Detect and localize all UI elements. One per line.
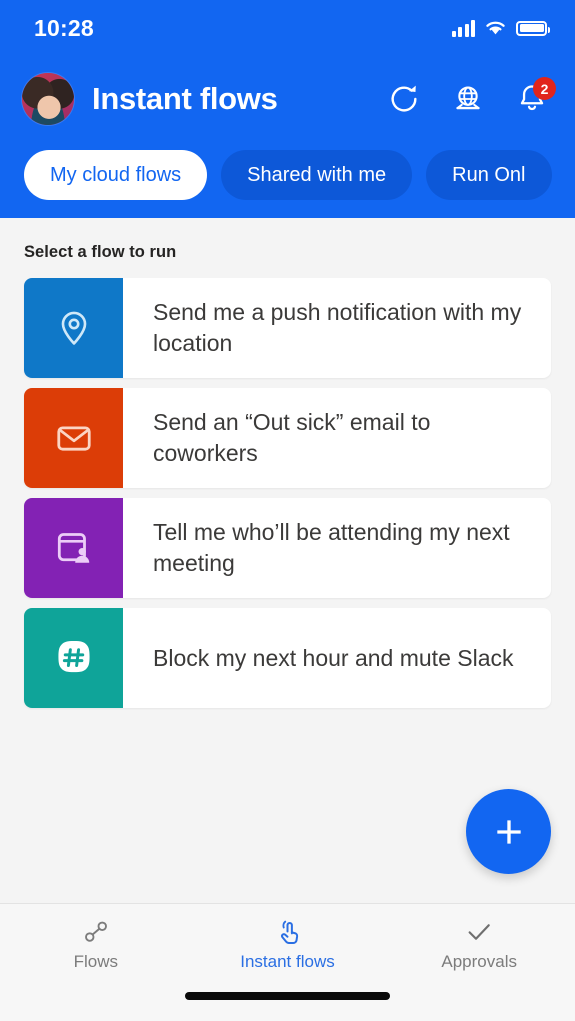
section-title: Select a flow to run [24,243,177,261]
nav-item-instant-flows[interactable]: Instant flows [192,917,384,981]
flow-list: Send me a push notification with my loca… [0,278,575,708]
page-title: Instant flows [92,81,278,116]
flow-card-meeting-attendees[interactable]: Tell me who’ll be attending my next meet… [24,498,551,598]
slack-hash-icon [57,641,90,673]
flow-icon-tile [24,388,123,488]
flow-icon-tile [24,278,123,378]
refresh-icon[interactable] [387,82,421,116]
tab-my-cloud-flows[interactable]: My cloud flows [24,150,208,200]
flow-card-block-hour-mute-slack[interactable]: Block my next hour and mute Slack [24,608,551,708]
meeting-attendees-icon [57,533,89,563]
mobile-app-screen: 10:28 Instant flows 2 My cloud flows Sha… [0,0,575,1021]
flow-card-out-sick-email[interactable]: Send an “Out sick” email to coworkers [24,388,551,488]
nav-label: Flows [73,952,119,971]
battery-full-icon [516,20,550,36]
flow-card-push-notification[interactable]: Send me a push notification with my loca… [24,278,551,378]
flow-icon-tile [24,498,123,598]
cellular-signal-icon [451,19,475,37]
nav-label: Approvals [441,952,517,971]
tab-shared-with-me[interactable]: Shared with me [221,150,413,200]
location-pin-icon [61,311,86,345]
notification-badge: 2 [533,77,556,100]
globe-icon[interactable] [451,82,485,116]
tab-run-only[interactable]: Run Onl [426,150,552,200]
home-indicator[interactable] [185,992,390,1000]
nav-item-flows[interactable]: Flows [0,917,192,981]
nav-label: Instant flows [240,952,335,971]
flow-label: Send an “Out sick” email to coworkers [153,409,431,466]
flow-label: Send me a push notification with my loca… [153,299,522,356]
checkmark-icon [468,924,490,940]
tap-hand-icon [280,920,298,944]
flow-icon-tile [24,608,123,708]
bottom-navigation: Flows Instant flows Approvals [0,903,575,981]
main-content: Select a flow to run Send me a push noti… [0,218,575,903]
status-bar-icons [451,19,550,37]
wifi-icon [486,21,505,35]
header-actions: 2 [387,77,556,116]
app-header: 10:28 Instant flows 2 My cloud flows Sha… [0,0,575,218]
flow-label: Tell me who’ll be attending my next meet… [153,519,510,576]
header-title-bar: Instant flows 2 [0,56,575,142]
status-bar: 10:28 [0,0,575,56]
status-bar-clock: 10:28 [34,14,94,41]
create-flow-button[interactable] [466,789,551,874]
notifications-bell-icon[interactable]: 2 [515,77,556,116]
nav-item-approvals[interactable]: Approvals [383,917,575,981]
tab-bar: My cloud flows Shared with me Run Onl [0,142,575,218]
flow-nodes-icon [84,921,107,942]
flow-label: Block my next hour and mute Slack [153,644,514,671]
avatar[interactable] [22,73,74,125]
envelope-icon [56,426,91,451]
plus-icon [496,819,521,844]
home-indicator-area [0,981,575,1021]
